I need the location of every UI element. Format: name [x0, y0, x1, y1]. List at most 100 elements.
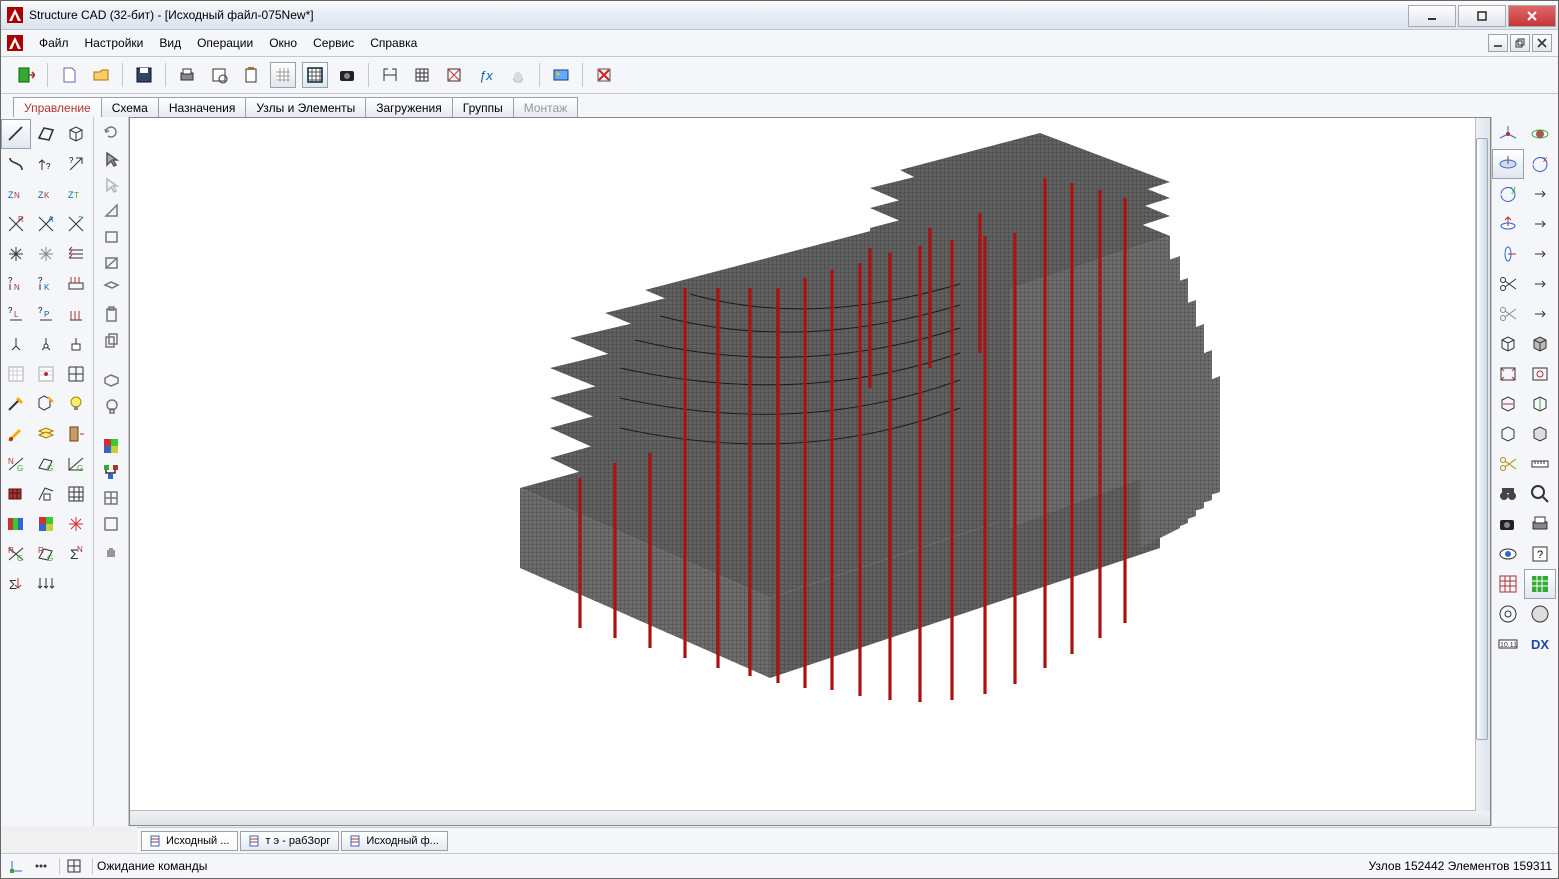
r-box-c-icon[interactable] [1492, 419, 1524, 449]
status-frame-icon[interactable] [64, 856, 84, 876]
tool-nq3-icon[interactable] [61, 269, 91, 299]
tool-lq1-icon[interactable]: ?L [1, 299, 31, 329]
r-arrow-small-5-icon[interactable] [1524, 299, 1556, 329]
tool-zk-icon[interactable]: ZK [31, 179, 61, 209]
r-rotate-y-icon[interactable] [1492, 239, 1524, 269]
tool-rgb-icon[interactable] [1, 509, 31, 539]
tab-nodes-elements[interactable]: Узлы и Элементы [245, 97, 366, 119]
tool-joint-1-icon[interactable] [1, 329, 31, 359]
r-printer-icon[interactable] [1524, 509, 1556, 539]
tool-snake-icon[interactable] [1, 149, 31, 179]
r-camera-small-icon[interactable] [1492, 509, 1524, 539]
tool-lq2-icon[interactable]: ?P [31, 299, 61, 329]
print-button[interactable] [174, 62, 200, 88]
r-disk-icon[interactable] [1492, 599, 1524, 629]
r-box-d-icon[interactable] [1524, 419, 1556, 449]
n-mini-1-icon[interactable] [97, 485, 125, 511]
r-box-center-icon[interactable] [1524, 359, 1556, 389]
tool-layers-icon[interactable] [31, 419, 61, 449]
frame-3-button[interactable] [441, 62, 467, 88]
vscroll-thumb[interactable] [1476, 138, 1488, 740]
tool-zn-icon[interactable]: ZN [1, 179, 31, 209]
n-mini-2-icon[interactable] [97, 511, 125, 537]
doc-tab-0[interactable]: Исходный ... [141, 831, 238, 851]
r-orbit-icon[interactable] [1524, 119, 1556, 149]
tool-joint-3-icon[interactable] [61, 329, 91, 359]
r-eye-icon[interactable] [1492, 539, 1524, 569]
exit-button[interactable] [13, 62, 39, 88]
tool-pen-a-icon[interactable] [1, 419, 31, 449]
tool-star2-icon[interactable] [31, 239, 61, 269]
status-dots-icon[interactable] [31, 856, 51, 876]
r-dx-button[interactable]: DX [1524, 629, 1556, 659]
mdi-restore-button[interactable] [1510, 34, 1530, 52]
grid-view-1-button[interactable] [270, 62, 296, 88]
n-h-plate-icon[interactable] [97, 367, 125, 393]
tool-pencil-line-icon[interactable] [1, 389, 31, 419]
r-arrow-small-2-icon[interactable] [1524, 209, 1556, 239]
r-grid-colored-icon[interactable] [1492, 569, 1524, 599]
n-quad-icon[interactable] [97, 223, 125, 249]
tool-box-icon[interactable] [61, 119, 91, 149]
new-file-button[interactable] [56, 62, 82, 88]
tab-control[interactable]: Управление [13, 97, 102, 119]
r-box-solid-icon[interactable] [1524, 329, 1556, 359]
tool-parallel-icon[interactable] [61, 239, 91, 269]
tool-grid-sq-icon[interactable] [61, 479, 91, 509]
r-disk-2-icon[interactable] [1524, 599, 1556, 629]
n-refresh-icon[interactable] [97, 119, 125, 145]
tool-sum-icon[interactable]: ΣN [61, 539, 91, 569]
r-box-a-icon[interactable] [1492, 389, 1524, 419]
hand-button[interactable] [505, 62, 531, 88]
r-view-top-icon[interactable] [1492, 149, 1524, 179]
open-file-button[interactable] [88, 62, 114, 88]
menu-service[interactable]: Сервис [305, 32, 362, 54]
tool-cross-a-icon[interactable]: A [31, 209, 61, 239]
tool-table-3-icon[interactable] [61, 359, 91, 389]
doc-tab-2[interactable]: Исходный ф... [341, 831, 447, 851]
n-cursor-icon[interactable] [97, 145, 125, 171]
print-preview-button[interactable] [206, 62, 232, 88]
tool-cross-r-icon[interactable]: R [1, 209, 31, 239]
n-cursor-2-icon[interactable] [97, 171, 125, 197]
tab-assignments[interactable]: Назначения [158, 97, 247, 119]
menu-file[interactable]: Файл [31, 32, 77, 54]
tool-table-1-icon[interactable] [1, 359, 31, 389]
minimize-button[interactable] [1408, 5, 1456, 27]
r-scissors-2-icon[interactable] [1492, 299, 1524, 329]
tool-nq1-icon[interactable]: ?N [1, 269, 31, 299]
r-scissors-1-icon[interactable] [1492, 269, 1524, 299]
n-bulb-off-icon[interactable] [97, 393, 125, 419]
menu-view[interactable]: Вид [151, 32, 189, 54]
tool-ng-icon[interactable]: NG [1, 449, 31, 479]
tool-door-icon[interactable] [61, 419, 91, 449]
tool-qg-icon[interactable]: RG [31, 539, 61, 569]
tool-zt-icon[interactable]: ZT [61, 179, 91, 209]
tab-scheme[interactable]: Схема [101, 97, 159, 119]
tool-explode-icon[interactable] [61, 509, 91, 539]
camera-button[interactable] [334, 62, 360, 88]
image-button[interactable] [548, 62, 574, 88]
tool-ng3-icon[interactable]: G [61, 449, 91, 479]
n-quad-2-icon[interactable] [97, 249, 125, 275]
tool-bulb-icon[interactable] [61, 389, 91, 419]
tool-nq2-icon[interactable]: ?K [31, 269, 61, 299]
close-button[interactable] [1508, 5, 1556, 27]
frame-2-button[interactable] [409, 62, 435, 88]
tab-loads[interactable]: Загружения [365, 97, 453, 119]
tool-rg-icon[interactable]: GR [1, 539, 31, 569]
tool-sigma-arrow-icon[interactable]: Σ [1, 569, 31, 599]
r-mystery-icon[interactable]: ? [1524, 539, 1556, 569]
status-axes-icon[interactable] [7, 856, 27, 876]
mdi-close-button[interactable] [1532, 34, 1552, 52]
tab-assembly[interactable]: Монтаж [513, 97, 579, 119]
menu-help[interactable]: Справка [362, 32, 425, 54]
r-axes-3d-icon[interactable] [1492, 119, 1524, 149]
tool-arrow-cross-icon[interactable]: ? [61, 149, 91, 179]
tool-palette-2-icon[interactable] [31, 509, 61, 539]
tool-ng2-icon[interactable]: G [31, 449, 61, 479]
doc-tab-1[interactable]: т э - рабЗорг [240, 831, 339, 851]
r-arrow-small-4-icon[interactable] [1524, 269, 1556, 299]
menu-operations[interactable]: Операции [189, 32, 261, 54]
grid-view-2-button[interactable] [302, 62, 328, 88]
